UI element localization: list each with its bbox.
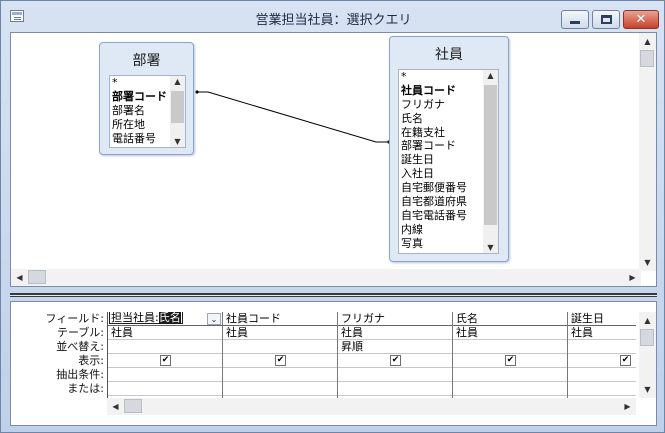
- scroll-left-icon[interactable]: ◀: [107, 398, 124, 415]
- scroll-up-icon[interactable]: ▲: [170, 77, 185, 86]
- scroll-thumb[interactable]: [484, 85, 497, 225]
- grid-field-cell[interactable]: フリガナ: [338, 312, 452, 326]
- table-busho[interactable]: 部署 * 部署コード 部署名 所在地 電話番号 ▲ ▼: [99, 42, 194, 155]
- scroll-down-icon[interactable]: ▼: [639, 381, 656, 398]
- grid-horizontal-scrollbar[interactable]: ◀ ▶: [107, 398, 636, 415]
- grid-or-cell[interactable]: [453, 382, 567, 396]
- grid-field-cell[interactable]: 社員コード: [223, 312, 337, 326]
- scroll-thumb[interactable]: [124, 399, 142, 413]
- grid-criteria-cell[interactable]: [338, 368, 452, 382]
- field-alias-text: 担当社員:: [111, 312, 159, 324]
- grid-or-cell[interactable]: [108, 382, 222, 396]
- scroll-up-icon[interactable]: ▲: [483, 71, 498, 80]
- checkmark-icon: ✔: [276, 355, 285, 365]
- grid-table-cell[interactable]: 社員: [568, 326, 636, 340]
- row-label-or: または:: [67, 382, 104, 395]
- grid-show-cell[interactable]: ✔: [338, 354, 452, 368]
- grid-criteria-cell[interactable]: [223, 368, 337, 382]
- grid-vertical-scrollbar[interactable]: ▲ ▼: [639, 312, 656, 398]
- scroll-down-icon[interactable]: ▼: [639, 254, 656, 271]
- show-checkbox[interactable]: ✔: [390, 355, 401, 366]
- checkmark-icon: ✔: [621, 355, 630, 365]
- maximize-icon: [600, 15, 612, 24]
- grid-field-cell[interactable]: 担当社員:氏名 ⌄: [108, 312, 222, 326]
- show-checkbox[interactable]: ✔: [275, 355, 286, 366]
- grid-or-cell[interactable]: [568, 382, 636, 396]
- design-pane-vertical-scrollbar[interactable]: ▲ ▼: [639, 33, 656, 271]
- row-label-sort: 並べ替え:: [56, 340, 104, 353]
- table-busho-scrollbar[interactable]: ▲ ▼: [170, 76, 185, 147]
- checkmark-icon: ✔: [506, 355, 515, 365]
- checkmark-icon: ✔: [391, 355, 400, 365]
- scroll-thumb[interactable]: [28, 270, 46, 284]
- scroll-left-icon[interactable]: ◀: [11, 269, 28, 286]
- grid-row-headers: フィールド: テーブル: 並べ替え: 表示: 抽出条件: または:: [11, 312, 106, 396]
- grid-column-4[interactable]: 氏名 社員 ✔: [453, 312, 568, 398]
- query-design-grid[interactable]: フィールド: テーブル: 並べ替え: 表示: 抽出条件: または: 担当社員:氏…: [10, 301, 657, 426]
- scroll-thumb[interactable]: [640, 329, 654, 346]
- grid-sort-cell[interactable]: [453, 340, 567, 354]
- grid-criteria-cell[interactable]: [568, 368, 636, 382]
- grid-show-cell[interactable]: ✔: [568, 354, 636, 368]
- grid-show-cell[interactable]: ✔: [223, 354, 337, 368]
- grid-table-cell[interactable]: 社員: [108, 326, 222, 340]
- grid-sort-cell[interactable]: [108, 340, 222, 354]
- close-button[interactable]: ✕: [623, 10, 659, 29]
- maximize-button[interactable]: [592, 10, 620, 29]
- grid-column-1[interactable]: 担当社員:氏名 ⌄ 社員 ✔: [108, 312, 223, 398]
- scroll-up-icon[interactable]: ▲: [639, 312, 656, 329]
- grid-table-cell[interactable]: 社員: [453, 326, 567, 340]
- field-selected-text: 氏名: [158, 312, 181, 324]
- scroll-thumb[interactable]: [171, 91, 184, 123]
- chevron-down-icon: ⌄: [210, 315, 218, 324]
- grid-criteria-cell[interactable]: [108, 368, 222, 382]
- row-label-table: テーブル:: [56, 326, 104, 339]
- table-shain-title[interactable]: 社員: [390, 37, 508, 65]
- table-design-pane[interactable]: 部署 * 部署コード 部署名 所在地 電話番号 ▲ ▼ 社員 * 社員コード フリガナ 氏名在…: [10, 32, 657, 287]
- checkmark-icon: ✔: [161, 355, 170, 365]
- grid-criteria-cell[interactable]: [453, 368, 567, 382]
- grid-show-cell[interactable]: ✔: [108, 354, 222, 368]
- grid-or-cell[interactable]: [338, 382, 452, 396]
- show-checkbox[interactable]: ✔: [160, 355, 171, 366]
- table-shain-field-list[interactable]: * 社員コード フリガナ 氏名 在籍支社 部署コード 誕生日 入社日 自宅郵便番号 自宅都道府県自…: [398, 69, 499, 254]
- grid-table-cell[interactable]: 社員: [338, 326, 452, 340]
- scroll-up-icon[interactable]: ▲: [639, 33, 656, 50]
- pane-splitter[interactable]: [10, 293, 657, 297]
- field-input-active[interactable]: 担当社員:氏名: [109, 312, 183, 324]
- grid-table-cell[interactable]: 社員: [223, 326, 337, 340]
- minimize-icon: [570, 20, 580, 24]
- scroll-down-icon[interactable]: ▼: [170, 137, 185, 146]
- row-label-criteria: 抽出条件:: [56, 368, 104, 381]
- field-dropdown-button[interactable]: ⌄: [207, 313, 221, 325]
- grid-show-cell[interactable]: ✔: [453, 354, 567, 368]
- grid-column-3[interactable]: フリガナ 社員 昇順 ✔: [338, 312, 453, 398]
- qbe-grid[interactable]: 担当社員:氏名 ⌄ 社員 ✔ 社員コード 社員 ✔ フリガナ 社員 昇順 ✔ 氏…: [107, 312, 636, 398]
- grid-column-2[interactable]: 社員コード 社員 ✔: [223, 312, 338, 398]
- table-busho-title[interactable]: 部署: [100, 43, 193, 71]
- grid-sort-cell[interactable]: 昇順: [338, 340, 452, 354]
- minimize-button[interactable]: [561, 10, 589, 29]
- scroll-right-icon[interactable]: ▶: [624, 269, 641, 286]
- title-bar[interactable]: 営業担当社員：選択クエリ ✕: [1, 1, 664, 31]
- table-busho-field-list[interactable]: * 部署コード 部署名 所在地 電話番号 ▲ ▼: [109, 75, 186, 148]
- grid-field-cell[interactable]: 氏名: [453, 312, 567, 326]
- query-window: 営業担当社員：選択クエリ ✕ 部署 * 部署コード 部署名 所在地 電話番号 ▲ ▼: [0, 0, 665, 433]
- grid-sort-cell[interactable]: [568, 340, 636, 354]
- scroll-down-icon[interactable]: ▼: [483, 243, 498, 252]
- scroll-thumb[interactable]: [640, 50, 654, 67]
- close-icon: ✕: [635, 12, 647, 27]
- table-shain[interactable]: 社員 * 社員コード フリガナ 氏名 在籍支社 部署コード 誕生日 入社日 自宅郵便番号 自宅都道…: [389, 36, 509, 262]
- row-label-field: フィールド:: [45, 312, 105, 325]
- grid-sort-cell[interactable]: [223, 340, 337, 354]
- table-shain-scrollbar[interactable]: ▲ ▼: [483, 70, 498, 253]
- grid-column-5[interactable]: 誕生日 社員 ✔: [568, 312, 636, 398]
- show-checkbox[interactable]: ✔: [620, 355, 631, 366]
- grid-field-cell[interactable]: 誕生日: [568, 312, 636, 326]
- grid-or-cell[interactable]: [223, 382, 337, 396]
- show-checkbox[interactable]: ✔: [505, 355, 516, 366]
- scroll-right-icon[interactable]: ▶: [619, 398, 636, 415]
- row-label-show: 表示:: [78, 354, 104, 367]
- design-pane-horizontal-scrollbar[interactable]: ◀ ▶: [11, 269, 641, 286]
